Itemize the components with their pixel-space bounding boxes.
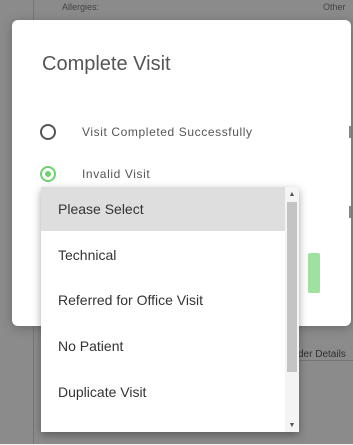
option-visit-completed[interactable]: Visit Completed Successfully: [40, 124, 253, 140]
option-label: Invalid Visit: [82, 167, 151, 181]
option-label: Visit Completed Successfully: [82, 125, 253, 139]
scroll-thumb[interactable]: [287, 202, 297, 372]
dropdown-option-duplicate-visit[interactable]: Duplicate Visit: [41, 370, 285, 414]
edge-marker: [349, 126, 351, 138]
radio-visit-completed[interactable]: [40, 124, 56, 140]
dropdown-option-no-patient[interactable]: No Patient: [41, 324, 285, 368]
dropdown-scrollbar[interactable]: ▲ ▼: [285, 187, 299, 432]
dropdown-option-referred-office-visit[interactable]: Referred for Office Visit: [41, 278, 285, 322]
scroll-up-arrow-icon[interactable]: ▲: [285, 187, 299, 201]
confirm-button[interactable]: [308, 253, 320, 293]
radio-invalid-visit[interactable]: [40, 166, 56, 182]
option-invalid-visit[interactable]: Invalid Visit: [40, 166, 150, 182]
dropdown-option-technical[interactable]: Technical: [41, 233, 285, 277]
modal-title: Complete Visit: [42, 53, 171, 75]
dropdown-option-please-select[interactable]: Please Select: [41, 187, 285, 231]
scroll-down-arrow-icon[interactable]: ▼: [285, 418, 299, 432]
edge-marker: [349, 206, 351, 218]
invalid-reason-dropdown-list[interactable]: Please Select Technical Referred for Off…: [41, 187, 299, 432]
